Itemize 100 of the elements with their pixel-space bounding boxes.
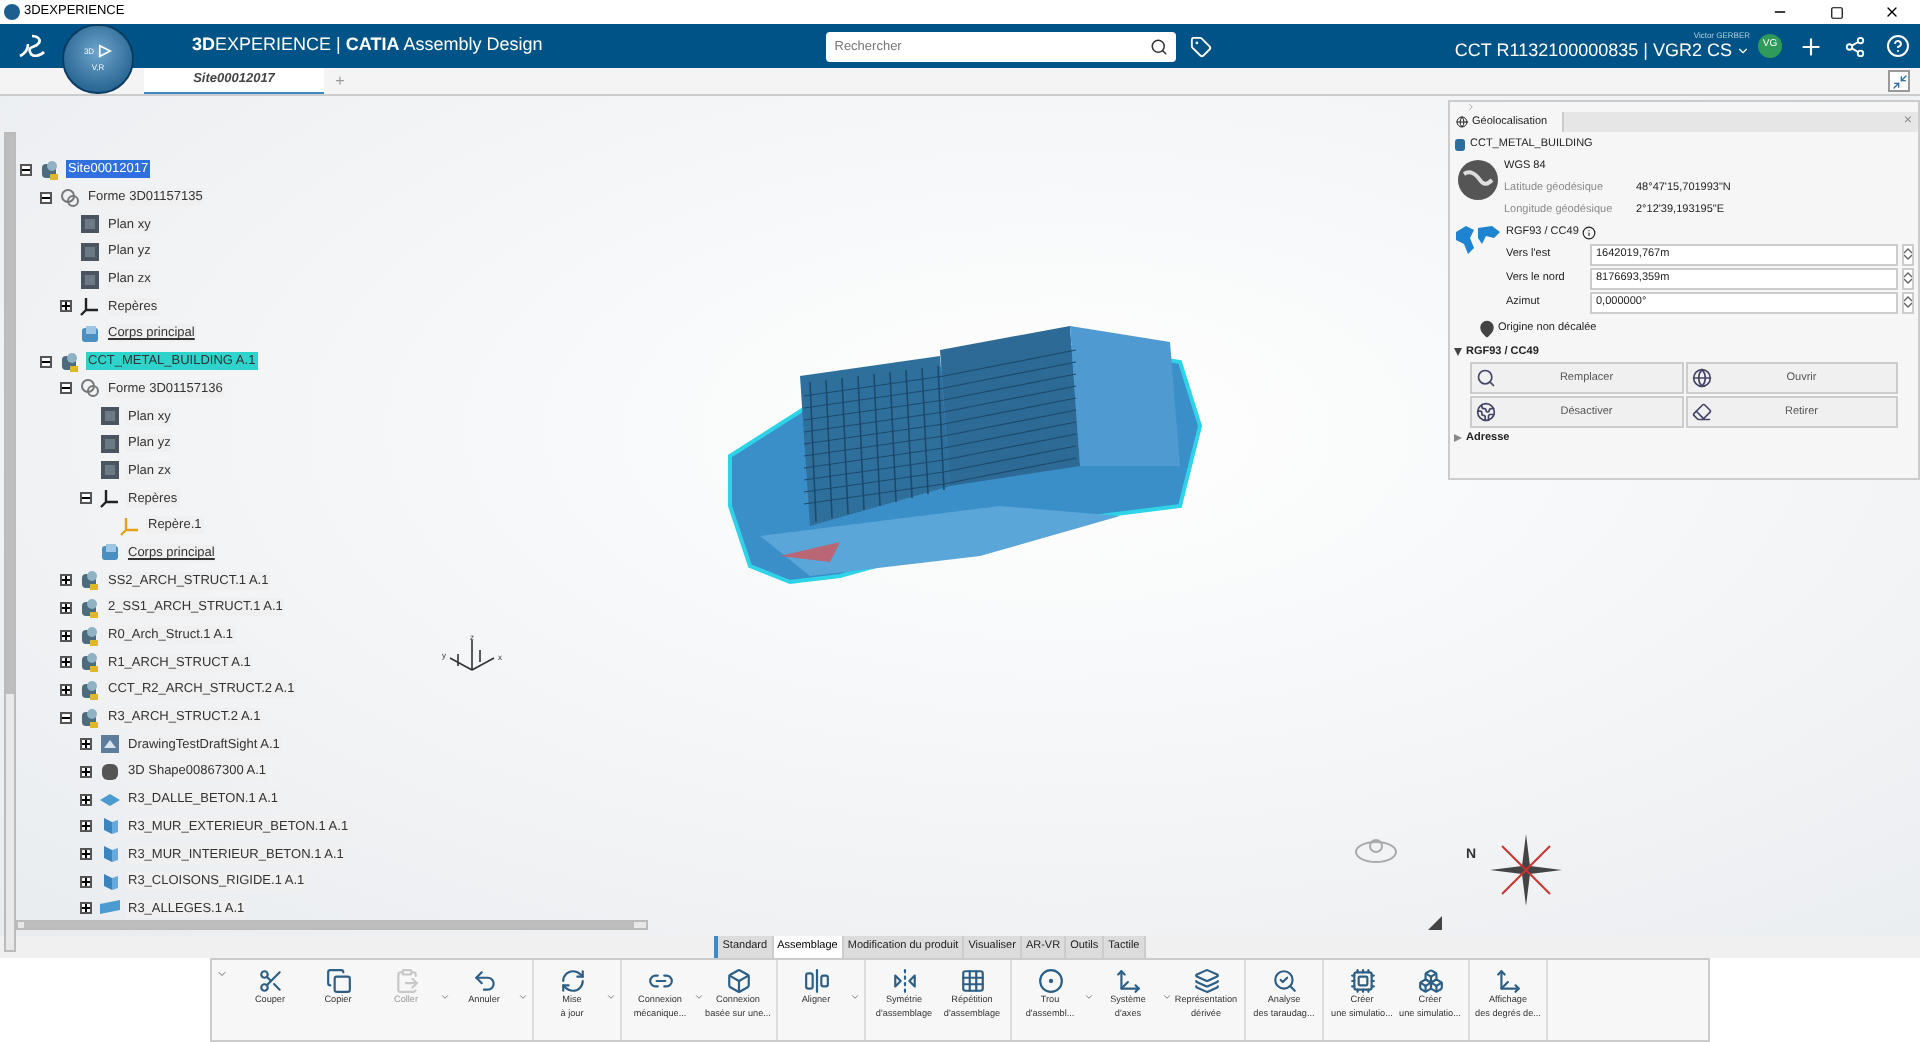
assembly-icon — [80, 679, 100, 700]
undo-icon — [471, 968, 497, 994]
expand-toggle[interactable] — [80, 738, 92, 751]
refresh-icon — [559, 968, 585, 994]
wall-icon — [100, 816, 120, 837]
play-icon[interactable] — [98, 44, 113, 58]
expand-toggle[interactable] — [80, 793, 92, 806]
info-icon[interactable] — [1582, 225, 1597, 239]
expand-toggle[interactable] — [60, 601, 72, 614]
restore-icon — [1829, 5, 1843, 19]
horizontal-scrollbar[interactable] — [16, 920, 648, 930]
paste-icon — [393, 968, 419, 994]
axes-icon — [100, 488, 120, 509]
scrollbar-thumb[interactable] — [24, 922, 634, 928]
app-icon — [4, 4, 20, 20]
ds-logo-icon — [16, 32, 48, 60]
dropdown-caret-icon[interactable] — [850, 992, 860, 1002]
collapse-arrow-icon[interactable] — [1454, 348, 1462, 356]
collapse-toggle[interactable] — [40, 355, 52, 368]
chip-icon — [1349, 968, 1375, 994]
slab-icon — [100, 789, 120, 810]
expand-toggle[interactable] — [60, 656, 72, 669]
magnifier-icon — [1271, 968, 1297, 994]
assembly-icon — [80, 652, 100, 673]
scissors-icon — [257, 968, 283, 994]
mirror-icon — [891, 968, 917, 994]
plane-icon — [80, 241, 100, 262]
collapse-toggle[interactable] — [80, 492, 92, 505]
eraser-icon — [1691, 402, 1711, 422]
dropdown-caret-icon[interactable] — [1084, 992, 1094, 1002]
magnifier-icon — [1476, 368, 1496, 388]
wall-icon — [100, 844, 120, 865]
help-icon[interactable] — [1886, 34, 1910, 58]
wall-icon — [100, 871, 120, 892]
shape-icon — [80, 378, 100, 399]
spinner-control[interactable] — [1902, 291, 1914, 313]
globe-icon — [1691, 368, 1711, 388]
assembly-icon — [80, 597, 100, 618]
boxes-icon — [1417, 968, 1443, 994]
collapse-toggle[interactable] — [60, 382, 72, 395]
expand-toggle[interactable] — [80, 848, 92, 861]
assembly-icon — [80, 625, 100, 646]
app-title: 3DEXPERIENCE | CATIA Assembly Design — [192, 32, 543, 59]
expand-toggle[interactable] — [60, 574, 72, 587]
close-icon — [1884, 4, 1900, 20]
chevron-icon — [1736, 44, 1750, 58]
expand-toggle[interactable] — [80, 875, 92, 888]
collapse-toggle[interactable] — [20, 163, 32, 176]
globe-icon — [1476, 402, 1496, 422]
scrollbar-thumb[interactable] — [6, 134, 14, 694]
collapse-toggle[interactable] — [60, 711, 72, 724]
align-icon — [803, 968, 829, 994]
caret-icon[interactable] — [1428, 916, 1442, 930]
spinner-control[interactable] — [1902, 243, 1914, 265]
hole-icon — [1037, 968, 1063, 994]
share-icon[interactable] — [1844, 35, 1866, 57]
search-icon[interactable] — [1150, 37, 1169, 55]
cube-icon — [725, 968, 751, 994]
axes-icon — [80, 296, 100, 317]
product-icon — [1454, 137, 1466, 151]
collapse-button[interactable] — [1888, 70, 1910, 92]
grid-icon — [959, 968, 985, 994]
shape-icon — [60, 187, 80, 208]
map-pin-icon — [1478, 317, 1496, 339]
vertical-scrollbar[interactable] — [4, 132, 16, 952]
plane-icon — [80, 214, 100, 235]
expand-toggle[interactable] — [60, 629, 72, 642]
globe-icon — [1456, 116, 1468, 128]
add-icon[interactable] — [1798, 33, 1824, 59]
plane-icon — [100, 460, 120, 481]
expand-toggle[interactable] — [80, 820, 92, 833]
assembly-icon — [80, 570, 100, 591]
dropdown-caret-icon[interactable] — [1162, 992, 1172, 1002]
axes-icon — [1495, 968, 1521, 994]
minimize-arrows-icon — [1891, 73, 1907, 89]
layers-icon — [1193, 968, 1219, 994]
copy-icon — [325, 968, 351, 994]
axis-icon — [120, 515, 140, 536]
body-icon — [100, 542, 120, 563]
plane-icon — [80, 269, 100, 290]
expand-toggle[interactable] — [60, 683, 72, 696]
assembly-icon — [40, 159, 60, 180]
expand-arrow-icon[interactable] — [1454, 434, 1462, 442]
context-dropdown[interactable]: CCT R1132100000835 | VGR2 CS — [1454, 40, 1750, 62]
assembly-icon — [60, 351, 80, 372]
assembly-icon — [80, 707, 100, 728]
expand-toggle[interactable] — [60, 300, 72, 313]
dropdown-caret-icon[interactable] — [518, 992, 528, 1002]
world-map-icon — [1454, 224, 1502, 256]
dropdown-caret-icon[interactable] — [694, 992, 704, 1002]
axes-icon — [1115, 968, 1141, 994]
spinner-control[interactable] — [1902, 267, 1914, 289]
collapse-toggle[interactable] — [40, 191, 52, 204]
drawing-sheet-icon — [100, 734, 120, 755]
tag-icon[interactable] — [1190, 35, 1213, 57]
railing-icon — [100, 898, 120, 919]
expand-toggle[interactable] — [80, 902, 92, 915]
expand-toggle[interactable] — [80, 765, 92, 778]
dropdown-caret-icon[interactable] — [606, 992, 616, 1002]
part-icon — [100, 761, 120, 782]
